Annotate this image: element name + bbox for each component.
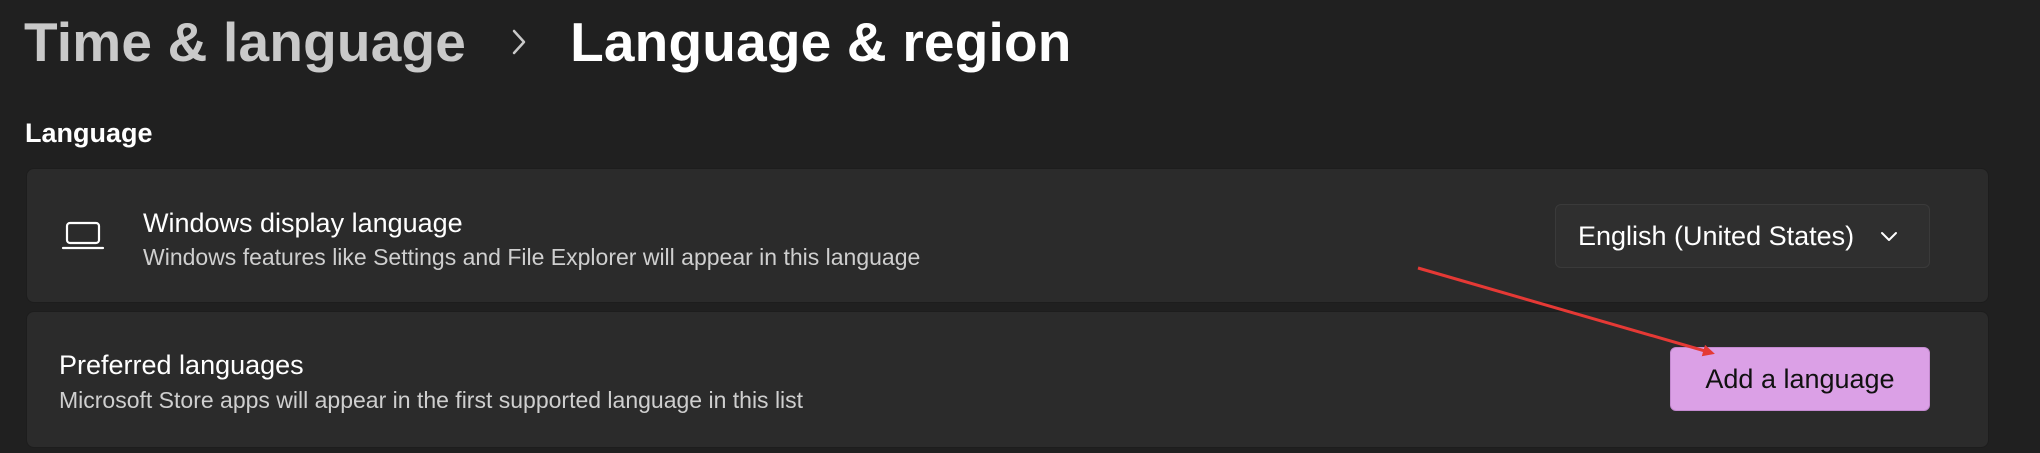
add-language-button-label: Add a language (1705, 363, 1895, 394)
display-language-description: Windows features like Settings and File … (143, 244, 921, 270)
laptop-icon (61, 219, 105, 253)
preferred-languages-card: Preferred languages Microsoft Store apps… (26, 311, 1989, 448)
display-language-title: Windows display language (143, 208, 463, 238)
add-language-button[interactable]: Add a language (1670, 347, 1930, 411)
preferred-languages-description: Microsoft Store apps will appear in the … (59, 387, 804, 413)
display-language-dropdown[interactable]: English (United States) (1555, 204, 1930, 268)
settings-page: Time & language Language & region Langua… (0, 0, 2040, 453)
breadcrumb: Time & language Language & region (24, 10, 1072, 74)
display-language-card: Windows display language Windows feature… (26, 168, 1989, 303)
section-title-language: Language (25, 118, 153, 148)
breadcrumb-parent-time-language[interactable]: Time & language (24, 10, 466, 74)
page-title: Language & region (570, 11, 1072, 73)
display-language-selected-value: English (United States) (1578, 220, 1855, 251)
preferred-languages-title: Preferred languages (59, 350, 304, 380)
chevron-right-icon (492, 22, 546, 62)
chevron-down-icon (1879, 230, 1899, 242)
